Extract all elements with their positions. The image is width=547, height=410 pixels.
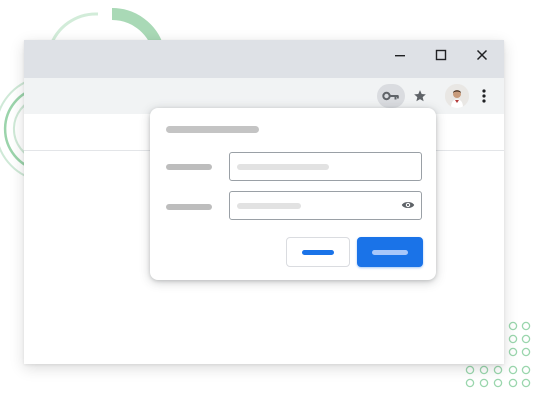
title-bar xyxy=(24,40,504,78)
password-field[interactable] xyxy=(229,191,422,220)
more-vert-icon xyxy=(482,89,486,103)
key-icon xyxy=(382,91,399,101)
username-value xyxy=(237,164,329,170)
cancel-button[interactable] xyxy=(286,237,350,267)
password-value xyxy=(237,203,301,209)
cancel-button-label xyxy=(302,249,334,255)
dialog-title xyxy=(166,126,259,133)
close-button[interactable] xyxy=(462,40,502,70)
bookmark-star-button[interactable] xyxy=(408,84,432,108)
save-button-label xyxy=(372,249,408,255)
save-password-dialog xyxy=(150,108,436,280)
minimize-button[interactable] xyxy=(380,40,420,70)
username-field[interactable] xyxy=(229,152,422,181)
close-icon xyxy=(476,49,488,61)
save-button[interactable] xyxy=(357,237,423,267)
maximize-icon xyxy=(435,49,447,61)
username-label xyxy=(166,164,212,170)
avatar xyxy=(445,84,469,108)
profile-avatar[interactable] xyxy=(445,84,469,108)
browser-menu-button[interactable] xyxy=(472,84,496,108)
minimize-icon xyxy=(395,55,405,57)
star-icon xyxy=(414,90,426,102)
password-label xyxy=(166,204,212,210)
eye-icon[interactable] xyxy=(401,200,415,210)
maximize-button[interactable] xyxy=(421,40,461,70)
password-key-button[interactable] xyxy=(377,84,405,108)
